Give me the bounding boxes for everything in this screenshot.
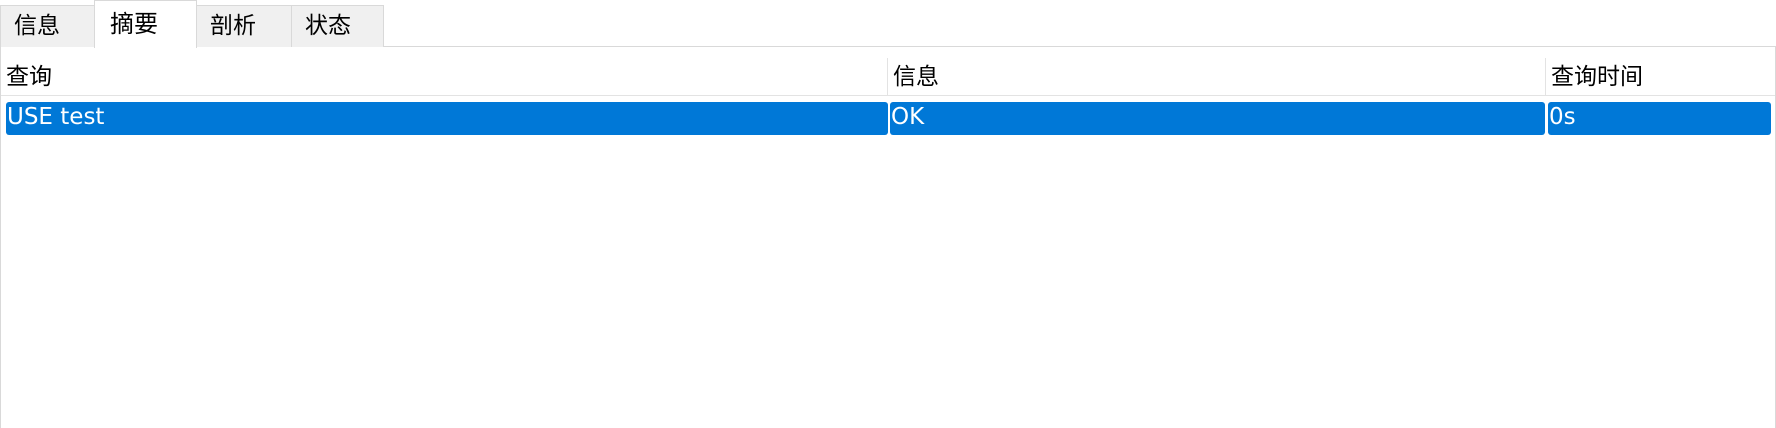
- cell-query-time[interactable]: 0s: [1548, 102, 1771, 135]
- tab-bar: 信息 摘要 剖析 状态: [0, 0, 1776, 48]
- table-row[interactable]: USE test OK 0s: [1, 102, 1775, 135]
- tab-label: 剖析: [210, 13, 256, 39]
- tab-status[interactable]: 状态: [291, 5, 384, 47]
- tab-profile[interactable]: 剖析: [196, 5, 292, 47]
- tab-label: 状态: [305, 13, 351, 39]
- column-header-query-time[interactable]: 查询时间: [1546, 58, 1775, 96]
- tab-label: 信息: [14, 13, 60, 39]
- tab-label: 摘要: [110, 10, 158, 38]
- column-header-query[interactable]: 查询: [1, 58, 888, 96]
- tab-summary[interactable]: 摘要: [94, 0, 197, 48]
- cell-info[interactable]: OK: [890, 102, 1545, 135]
- cell-query[interactable]: USE test: [6, 102, 888, 135]
- column-header-info[interactable]: 信息: [888, 58, 1546, 96]
- table-header: 查询 信息 查询时间: [1, 58, 1775, 96]
- tab-info[interactable]: 信息: [0, 5, 95, 47]
- summary-panel: 查询 信息 查询时间 USE test OK 0s: [0, 47, 1776, 428]
